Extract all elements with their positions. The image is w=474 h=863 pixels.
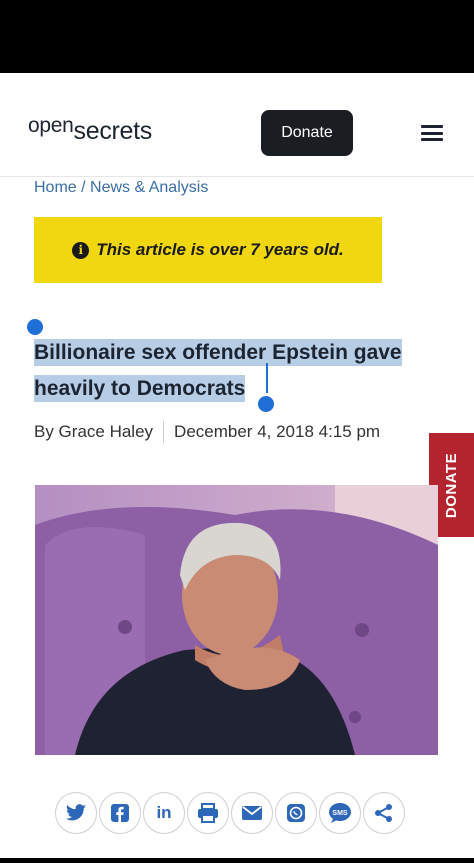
linkedin-text: in (156, 803, 172, 822)
share-icon[interactable] (363, 792, 405, 834)
logo-open-text: open (28, 114, 74, 137)
article-photo (35, 485, 438, 755)
notice-text: This article is over 7 years old. (96, 240, 344, 259)
donate-button[interactable]: Donate (261, 110, 353, 156)
publish-date: December 4, 2018 4:15 pm (174, 422, 381, 441)
site-header: opensecrets Donate (0, 73, 474, 177)
article-age-notice: i This article is over 7 years old. (34, 217, 382, 283)
breadcrumb-separator: / (81, 179, 86, 196)
article-photo-illustration (35, 485, 438, 755)
facebook-icon[interactable] (99, 792, 141, 834)
article-title[interactable]: Billionaire sex offender Epstein gave he… (34, 335, 444, 407)
whatsapp-icon[interactable] (275, 792, 317, 834)
selection-caret (266, 363, 268, 393)
linkedin-icon[interactable]: in (143, 792, 185, 834)
selection-end-handle-icon[interactable] (258, 396, 274, 412)
sms-icon[interactable]: SMS (319, 792, 361, 834)
print-icon[interactable] (187, 792, 229, 834)
article-page: opensecrets Donate Home / News & Analysi… (0, 73, 474, 858)
twitter-icon[interactable] (55, 792, 97, 834)
article-byline: By Grace Haley December 4, 2018 4:15 pm (34, 421, 380, 443)
article-title-text: Billionaire sex offender Epstein gave he… (34, 339, 402, 402)
breadcrumb: Home / News & Analysis (34, 179, 208, 197)
sms-text: SMS (332, 810, 348, 817)
info-icon: i (72, 241, 90, 259)
side-donate-label: DONATE (443, 452, 461, 518)
site-logo[interactable]: opensecrets (28, 114, 153, 146)
byline-divider (163, 421, 165, 443)
logo-secrets-text: secrets (73, 117, 153, 145)
share-bar: in SMS (55, 792, 405, 834)
selection-start-handle-icon[interactable] (27, 319, 43, 335)
email-icon[interactable] (231, 792, 273, 834)
author-name[interactable]: By Grace Haley (34, 422, 153, 442)
hamburger-menu-icon[interactable] (421, 125, 443, 141)
breadcrumb-section-link[interactable]: News & Analysis (90, 179, 208, 196)
breadcrumb-home-link[interactable]: Home (34, 179, 77, 196)
